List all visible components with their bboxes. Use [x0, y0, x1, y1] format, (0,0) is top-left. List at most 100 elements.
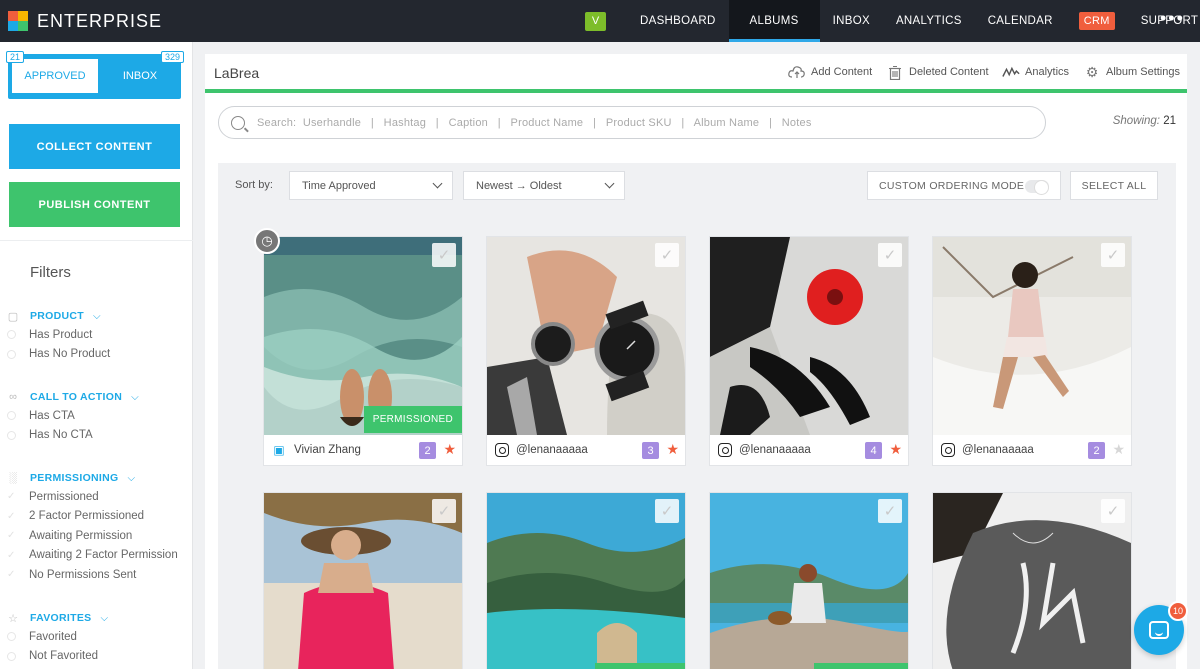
- search-section: Search: Userhandle | Hashtag | Caption |…: [205, 93, 1187, 151]
- nav-inbox[interactable]: INBOX: [820, 0, 883, 42]
- filter-option[interactable]: Has CTA: [0, 406, 193, 426]
- sidebar: APPROVED INBOX 21 329 COLLECT CONTENT PU…: [0, 42, 193, 669]
- user-badge[interactable]: V: [585, 11, 606, 31]
- content-card[interactable]: ✓: [709, 492, 909, 669]
- tab-inbox-label: INBOX: [122, 70, 158, 82]
- album-settings-button[interactable]: ⚙ Album Settings: [1083, 64, 1180, 80]
- filter-option[interactable]: ✓ Awaiting Permission: [0, 526, 193, 546]
- filter-header-favorites[interactable]: ☆ FAVORITES ⌵: [0, 609, 193, 627]
- check-icon: ✓: [1106, 247, 1120, 264]
- filter-header-cta[interactable]: ∞ CALL TO ACTION ⌵: [0, 388, 193, 406]
- select-checkbox[interactable]: ✓: [432, 499, 456, 523]
- user-handle[interactable]: @lenanaaaaa: [962, 444, 1034, 456]
- content-card[interactable]: ✓ @lenanaaaaa 2 ★: [932, 236, 1132, 466]
- radio-icon: [7, 411, 16, 421]
- select-checkbox[interactable]: ✓: [878, 499, 902, 523]
- inbox-count-badge: 329: [160, 51, 184, 63]
- select-checkbox[interactable]: ✓: [432, 243, 456, 267]
- favorite-star-icon[interactable]: ★: [889, 441, 902, 458]
- count-badge: 3: [642, 442, 659, 459]
- filter-option[interactable]: Favorited: [0, 627, 193, 647]
- content-card[interactable]: ✓ @lenanaaaaa 4 ★: [709, 236, 909, 466]
- filter-option[interactable]: Not Favorited: [0, 647, 193, 667]
- content-card[interactable]: ✓: [486, 492, 686, 669]
- more-menu-icon[interactable]: •••: [1160, 8, 1185, 29]
- select-checkbox[interactable]: ✓: [1101, 499, 1125, 523]
- filter-header-permissioning[interactable]: ░ PERMISSIONING ⌵: [0, 469, 193, 487]
- sort-field-select[interactable]: Time Approved: [289, 171, 453, 200]
- deleted-content-button[interactable]: Deleted Content: [886, 64, 989, 80]
- filter-option[interactable]: ✓ Permissioned: [0, 487, 193, 507]
- analytics-icon: [1002, 64, 1020, 80]
- check-icon: ✓: [7, 510, 16, 522]
- filter-option[interactable]: Has No CTA: [0, 426, 193, 446]
- chevron-down-icon: [604, 178, 615, 189]
- instagram-icon: [495, 443, 509, 457]
- nav-crm[interactable]: CRM: [1066, 0, 1128, 42]
- filter-option[interactable]: ✓ 2 Factor Permissioned: [0, 507, 193, 527]
- filter-option[interactable]: Has Product: [0, 325, 193, 345]
- select-checkbox[interactable]: ✓: [878, 243, 902, 267]
- select-checkbox[interactable]: ✓: [655, 499, 679, 523]
- filter-option-label: Has No CTA: [29, 429, 93, 442]
- add-content-label: Add Content: [811, 66, 873, 78]
- content-card[interactable]: ✓: [263, 492, 463, 669]
- star-icon: ☆: [8, 612, 18, 625]
- tab-approved-label: APPROVED: [24, 70, 86, 82]
- filter-option[interactable]: Has No Product: [0, 345, 193, 365]
- showing-label: Showing:: [1112, 115, 1160, 127]
- instagram-icon: [941, 443, 955, 457]
- album-title: LaBrea: [214, 65, 260, 81]
- top-nav: ENTERPRISE V DASHBOARD ALBUMS INBOX ANAL…: [0, 0, 1200, 42]
- select-checkbox[interactable]: ✓: [655, 243, 679, 267]
- cloud-upload-icon: [788, 64, 806, 80]
- filters-title: Filters: [30, 264, 71, 281]
- chevron-down-icon: ⌵: [131, 391, 139, 403]
- user-handle[interactable]: @lenanaaaaa: [739, 444, 811, 456]
- filter-option-label: Not Favorited: [29, 650, 99, 663]
- radio-icon: [7, 330, 16, 340]
- favorite-star-icon[interactable]: ★: [1112, 441, 1125, 458]
- custom-ordering-toggle[interactable]: CUSTOM ORDERING MODE: [867, 171, 1061, 200]
- nav-calendar[interactable]: CALENDAR: [975, 0, 1066, 42]
- user-handle[interactable]: @lenanaaaaa: [516, 444, 588, 456]
- sort-field-value: Time Approved: [302, 179, 376, 192]
- favorite-star-icon[interactable]: ★: [666, 441, 679, 458]
- select-all-button[interactable]: SELECT ALL: [1070, 171, 1158, 200]
- chat-widget[interactable]: 10: [1134, 601, 1188, 655]
- content-card[interactable]: ✓ @lenanaaaaa 3 ★: [486, 236, 686, 466]
- toggle-switch[interactable]: [1025, 180, 1049, 195]
- brand-name: ENTERPRISE: [37, 10, 163, 31]
- user-handle[interactable]: Vivian Zhang: [294, 444, 361, 456]
- radio-icon: [7, 349, 16, 359]
- nav-analytics[interactable]: ANALYTICS: [883, 0, 975, 42]
- select-checkbox[interactable]: ✓: [1101, 243, 1125, 267]
- tab-approved[interactable]: APPROVED: [12, 59, 98, 93]
- content-card[interactable]: ✓ PERMISSIONED ▣ Vivian Zhang 2 ★: [263, 236, 463, 466]
- sort-order-select[interactable]: Newest → Oldest: [463, 171, 625, 200]
- filter-option[interactable]: ✓ Awaiting 2 Factor Permission: [0, 546, 193, 566]
- gear-icon: ⚙: [1085, 63, 1099, 80]
- add-content-button[interactable]: Add Content: [788, 64, 872, 80]
- tab-inbox[interactable]: INBOX: [100, 59, 180, 93]
- showing-value: 21: [1163, 115, 1176, 127]
- nav-dashboard[interactable]: DASHBOARD: [627, 0, 729, 42]
- filter-option-label: No Permissions Sent: [29, 568, 137, 581]
- search-input[interactable]: Search: Userhandle | Hashtag | Caption |…: [218, 106, 1046, 139]
- search-placeholder: Search: Userhandle | Hashtag | Caption |…: [257, 116, 812, 129]
- filter-header-product[interactable]: ▢ PRODUCT ⌵: [0, 307, 193, 325]
- favorite-star-icon[interactable]: ★: [443, 441, 456, 458]
- nav-albums[interactable]: ALBUMS: [728, 0, 820, 42]
- collect-content-button[interactable]: COLLECT CONTENT: [9, 124, 180, 169]
- analytics-button[interactable]: Analytics: [1002, 64, 1069, 80]
- check-icon: ✓: [1106, 503, 1120, 520]
- filter-group-permissioning: ░ PERMISSIONING ⌵ ✓ Permissioned ✓ 2 Facto…: [0, 469, 193, 585]
- filter-option[interactable]: ✓ No Permissions Sent: [0, 565, 193, 585]
- filter-option-label: Awaiting 2 Factor Permission: [29, 549, 178, 562]
- publish-content-button[interactable]: PUBLISH CONTENT: [9, 182, 180, 227]
- chevron-down-icon: ⌵: [100, 612, 109, 624]
- approved-inbox-toggle: APPROVED INBOX 21 329: [6, 51, 184, 99]
- chevron-down-icon: ⌵: [93, 310, 101, 322]
- content-card[interactable]: ✓: [932, 492, 1132, 669]
- brand-logo[interactable]: ENTERPRISE: [8, 11, 162, 32]
